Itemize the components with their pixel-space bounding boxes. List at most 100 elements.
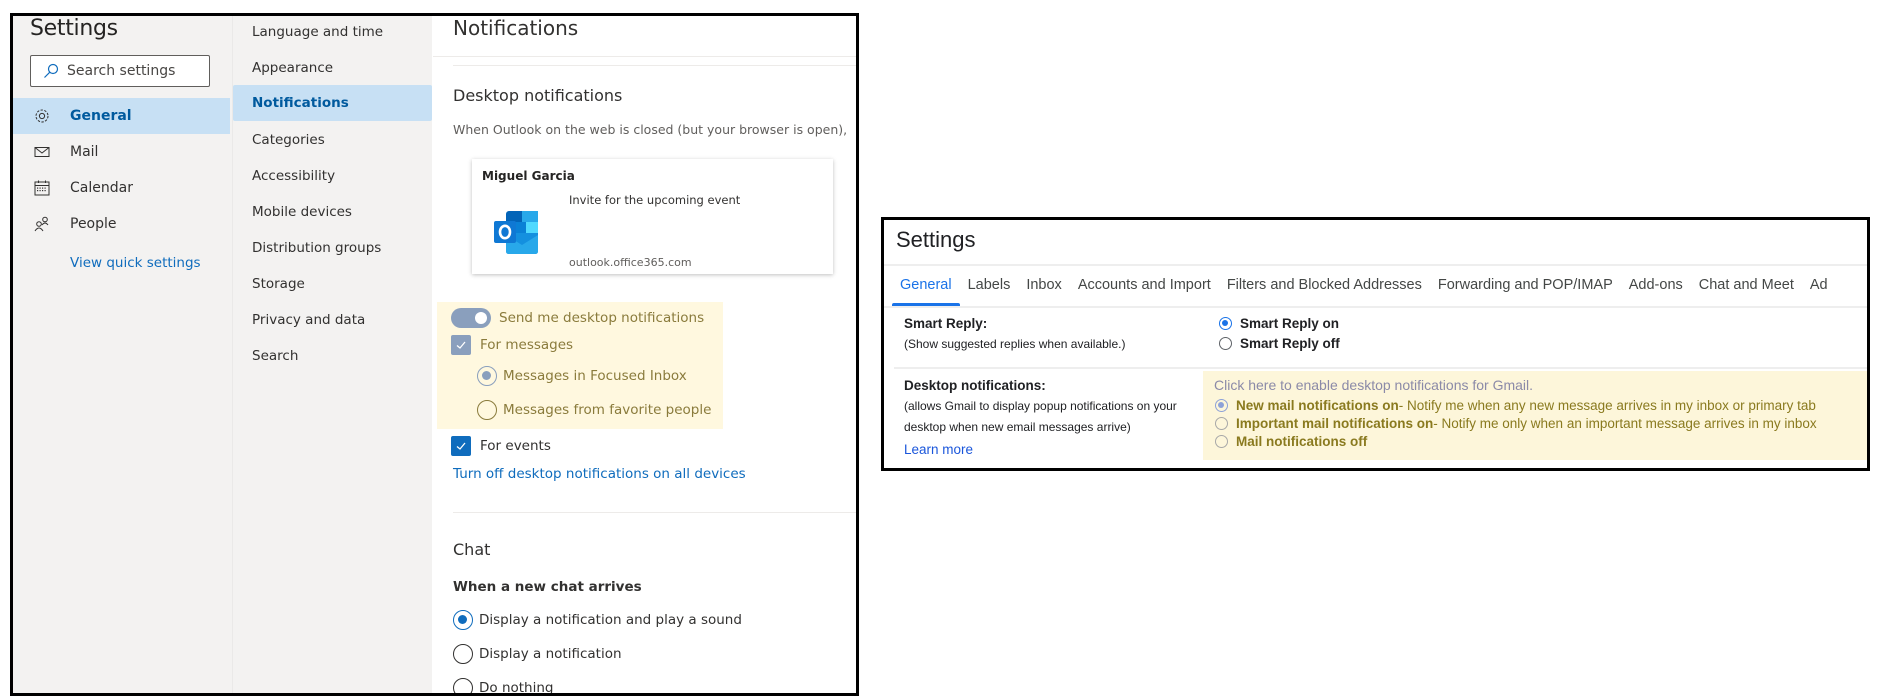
divider — [884, 306, 1867, 308]
tab-filters-and-blocked-addresses[interactable]: Filters and Blocked Addresses — [1219, 266, 1430, 306]
subnav-appearance[interactable]: Appearance — [233, 50, 432, 86]
search-icon — [44, 63, 59, 78]
subnav-notifications[interactable]: Notifications — [233, 85, 432, 121]
notifications-pane: Notifications Desktop notifications When… — [433, 16, 856, 693]
radio-label: Display a notification and play a sound — [479, 612, 742, 628]
subnav-search[interactable]: Search — [233, 338, 432, 374]
radio-selected-icon[interactable] — [477, 366, 497, 386]
preview-host: outlook.office365.com — [569, 256, 692, 269]
radio-unselected-icon[interactable] — [453, 644, 473, 664]
tab-accounts-and-import[interactable]: Accounts and Import — [1070, 266, 1219, 306]
checkbox-label: For events — [480, 438, 551, 454]
radio-selected-icon[interactable] — [453, 610, 473, 630]
turn-off-desktop-notifications-link[interactable]: Turn off desktop notifications on all de… — [453, 466, 746, 482]
subnav-mobile-devices[interactable]: Mobile devices — [233, 194, 432, 230]
subnav-language-and-time[interactable]: Language and time — [233, 16, 432, 50]
radio-unselected-icon[interactable] — [453, 678, 473, 693]
subnav-distribution-groups[interactable]: Distribution groups — [233, 230, 432, 266]
for-events-checkbox[interactable]: For events — [451, 436, 551, 456]
radio-mail-notifications-off[interactable]: Mail notifications off — [1215, 434, 1367, 449]
nav-item-calendar[interactable]: Calendar — [13, 170, 230, 206]
tab-chat-and-meet[interactable]: Chat and Meet — [1691, 266, 1802, 306]
search-placeholder: Search settings — [67, 63, 176, 79]
divider — [453, 65, 856, 66]
mail-icon — [33, 143, 51, 161]
nav-item-label: General — [70, 108, 132, 124]
radio-chat-nothing[interactable]: Do nothing — [453, 678, 554, 693]
search-settings-input[interactable]: Search settings — [30, 55, 210, 87]
enable-desktop-notifications-link[interactable]: Click here to enable desktop notificatio… — [1214, 377, 1533, 393]
chat-subheading: When a new chat arrives — [453, 579, 642, 595]
tab-forwarding-pop-imap[interactable]: Forwarding and POP/IMAP — [1430, 266, 1621, 306]
desktop-notifications-heading: Desktop notifications — [453, 86, 623, 105]
outlook-settings-window: Settings Search settings General Mail Ca… — [10, 13, 859, 696]
radio-selected-icon[interactable] — [1219, 317, 1232, 330]
desktop-notifications-description: When Outlook on the web is closed (but y… — [453, 122, 848, 137]
radio-important-mail-notifications-on[interactable]: Important mail notifications on - Notify… — [1215, 416, 1817, 431]
divider — [433, 56, 856, 57]
view-quick-settings-link[interactable]: View quick settings — [70, 255, 201, 271]
nav-item-label: People — [70, 216, 117, 232]
radio-selected-icon[interactable] — [1215, 399, 1228, 412]
nav-item-label: Mail — [70, 144, 99, 160]
radio-smart-reply-on[interactable]: Smart Reply on — [1219, 316, 1339, 331]
radio-unselected-icon[interactable] — [1219, 337, 1232, 350]
smart-reply-label: Smart Reply: — [904, 316, 988, 331]
tab-add-ons[interactable]: Add-ons — [1621, 266, 1691, 306]
desktop-notifications-label: Desktop notifications: — [904, 378, 1046, 393]
radio-unselected-icon[interactable] — [1215, 435, 1228, 448]
radio-unselected-icon[interactable] — [1215, 417, 1228, 430]
radio-chat-notify[interactable]: Display a notification — [453, 644, 622, 664]
radio-label: Important mail notifications on — [1236, 416, 1434, 431]
tab-labels[interactable]: Labels — [960, 266, 1019, 306]
outlook-general-subnav: Language and time Appearance Notificatio… — [232, 16, 432, 693]
subnav-storage[interactable]: Storage — [233, 266, 432, 302]
tab-advanced[interactable]: Ad — [1802, 266, 1836, 306]
divider — [894, 367, 1867, 369]
notification-preview-card: Miguel Garcia Invite for the upcoming ev… — [472, 159, 833, 274]
gmail-settings-title: Settings — [896, 227, 976, 252]
subnav-categories[interactable]: Categories — [233, 122, 432, 158]
smart-reply-note: (Show suggested replies when available.) — [904, 337, 1126, 351]
tab-inbox[interactable]: Inbox — [1018, 266, 1069, 306]
checkmark-icon[interactable] — [451, 436, 471, 456]
preview-subject: Invite for the upcoming event — [569, 193, 741, 207]
radio-label: New mail notifications on — [1236, 398, 1399, 413]
radio-description: - Notify me when any new message arrives… — [1398, 398, 1816, 413]
nav-item-label: Calendar — [70, 180, 133, 196]
tab-general[interactable]: General — [892, 266, 960, 306]
outlook-settings-nav: Settings Search settings General Mail Ca… — [13, 16, 232, 693]
radio-messages-focused-inbox[interactable]: Messages in Focused Inbox — [477, 366, 687, 386]
gmail-settings-tabs: General Labels Inbox Accounts and Import… — [892, 266, 1867, 306]
nav-item-people[interactable]: People — [13, 206, 230, 242]
subnav-accessibility[interactable]: Accessibility — [233, 158, 432, 194]
toggle-switch[interactable] — [451, 308, 491, 328]
radio-label: Mail notifications off — [1236, 434, 1368, 449]
radio-messages-favorite-people[interactable]: Messages from favorite people — [477, 400, 711, 420]
desktop-notifications-note-line1: (allows Gmail to display popup notificat… — [904, 399, 1177, 413]
calendar-icon — [33, 179, 51, 197]
gmail-settings-window: Settings General Labels Inbox Accounts a… — [881, 217, 1870, 471]
preview-sender: Miguel Garcia — [482, 169, 575, 183]
radio-label: Messages from favorite people — [503, 402, 712, 418]
radio-chat-notify-sound[interactable]: Display a notification and play a sound — [453, 610, 742, 630]
checkbox-label: For messages — [480, 337, 574, 353]
chat-heading: Chat — [453, 540, 491, 559]
nav-item-general[interactable]: General — [13, 98, 230, 134]
outlook-settings-title: Settings — [30, 16, 118, 41]
radio-unselected-icon[interactable] — [477, 400, 497, 420]
nav-item-mail[interactable]: Mail — [13, 134, 230, 170]
radio-new-mail-notifications-on[interactable]: New mail notifications on - Notify me wh… — [1215, 398, 1816, 413]
people-icon — [33, 215, 51, 233]
learn-more-link[interactable]: Learn more — [904, 442, 973, 457]
for-messages-checkbox[interactable]: For messages — [451, 335, 573, 355]
desktop-notifications-note-line2: desktop when new email messages arrive) — [904, 420, 1131, 434]
subnav-privacy-and-data[interactable]: Privacy and data — [233, 302, 432, 338]
outlook-logo-icon — [494, 211, 538, 254]
radio-description: - Notify me only when an important messa… — [1433, 416, 1817, 431]
radio-smart-reply-off[interactable]: Smart Reply off — [1219, 336, 1340, 351]
radio-label: Smart Reply on — [1240, 316, 1340, 331]
checkmark-icon[interactable] — [451, 335, 471, 355]
send-desktop-notifications-toggle[interactable]: Send me desktop notifications — [451, 308, 704, 328]
radio-label: Display a notification — [479, 646, 622, 662]
